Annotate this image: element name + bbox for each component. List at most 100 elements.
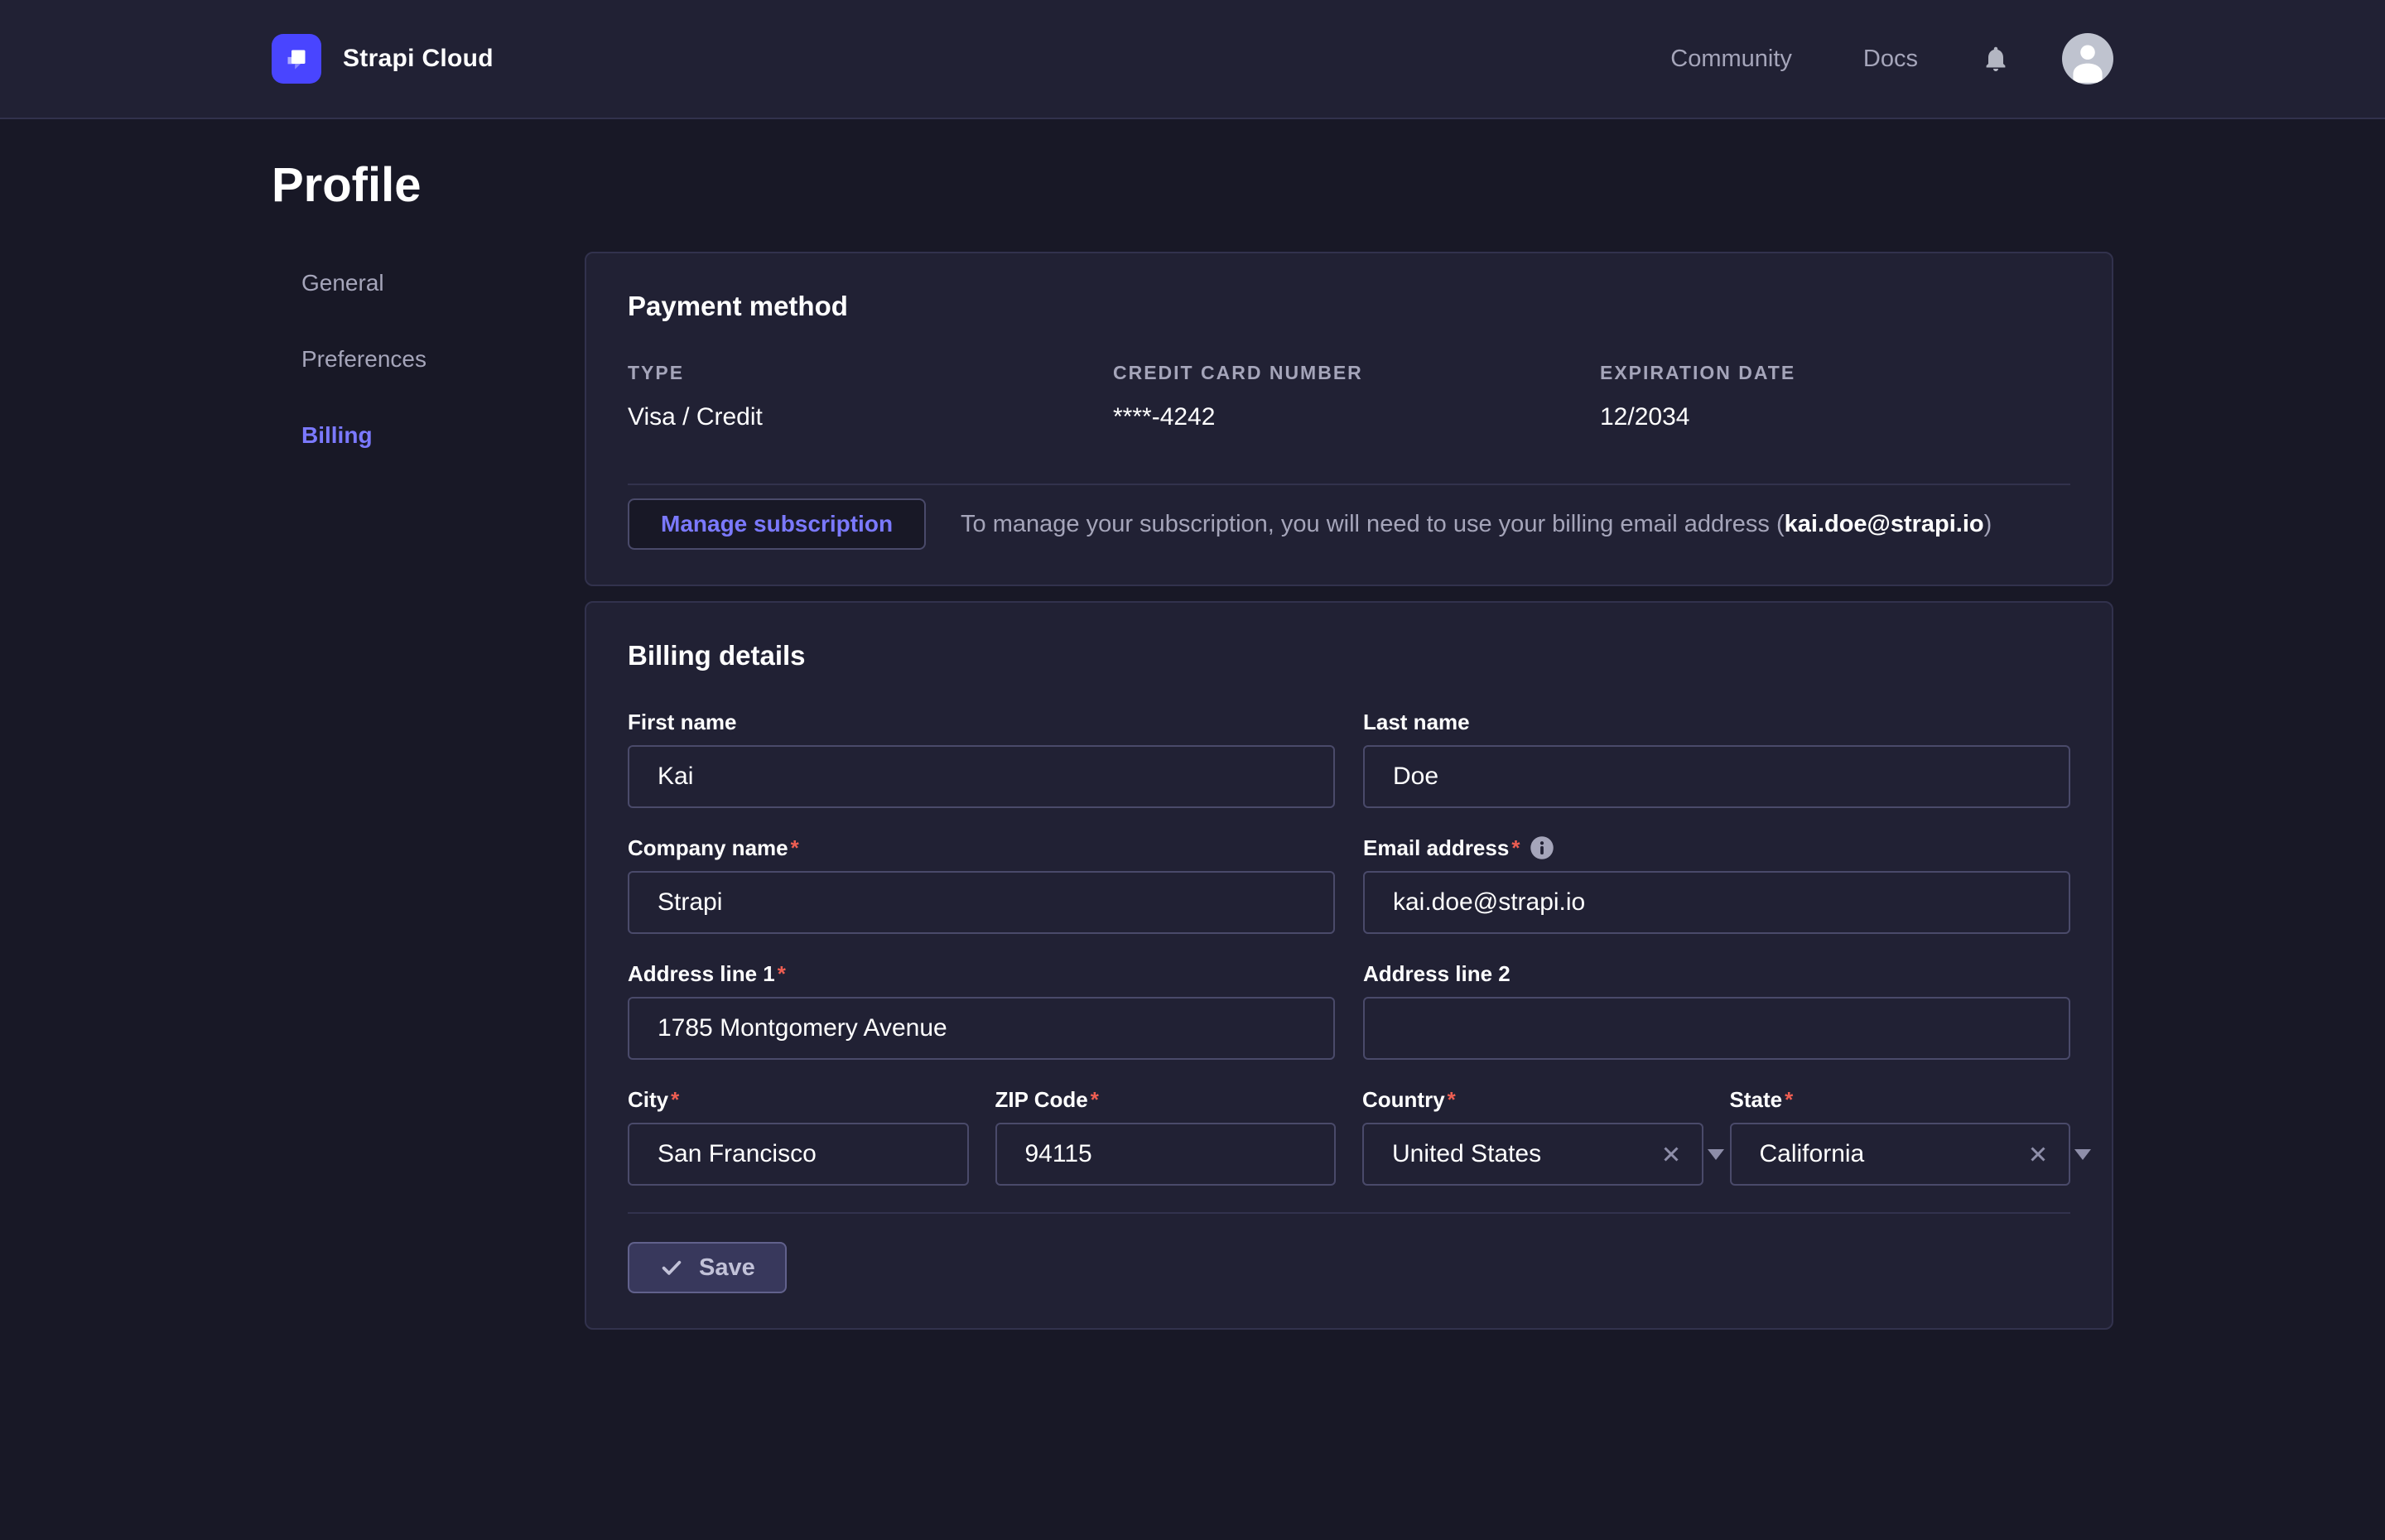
zip-code-label-text: ZIP Code: [995, 1086, 1088, 1113]
form-row-name: First name Last name: [628, 709, 2070, 808]
required-marker: *: [1511, 835, 1520, 861]
city-label-text: City: [628, 1086, 668, 1113]
state-combobox[interactable]: California: [1730, 1123, 2071, 1186]
address-line-1-label-text: Address line 1: [628, 960, 775, 987]
expiration-value: 12/2034: [1600, 402, 2070, 432]
manage-subscription-button[interactable]: Manage subscription: [628, 498, 926, 550]
required-marker: *: [791, 835, 799, 861]
field-email-address: Email address*: [1363, 835, 2070, 934]
brand-name: Strapi Cloud: [343, 45, 494, 73]
brand[interactable]: Strapi Cloud: [272, 34, 494, 84]
payment-info-grid: TYPE Visa / Credit CREDIT CARD NUMBER **…: [628, 361, 2070, 432]
clear-icon[interactable]: [2026, 1142, 2050, 1167]
payment-method-heading: Payment method: [628, 290, 2070, 323]
billing-form: First name Last name: [628, 709, 2070, 1293]
email-address-label: Email address*: [1363, 835, 2070, 861]
form-row-location: City* ZIP Code*: [628, 1086, 2070, 1186]
save-button[interactable]: Save: [628, 1242, 787, 1293]
notifications-button[interactable]: [1981, 42, 2011, 75]
company-name-label-text: Company name: [628, 835, 788, 861]
last-name-input[interactable]: [1363, 745, 2070, 808]
divider: [628, 484, 2070, 485]
field-country: Country* United States: [1362, 1086, 1703, 1186]
state-label: State*: [1730, 1086, 2071, 1113]
billing-email-note: To manage your subscription, you will ne…: [961, 511, 1992, 538]
first-name-label: First name: [628, 709, 1335, 735]
note-suffix: ): [1984, 511, 1992, 537]
strapi-cloud-profile-page: Strapi Cloud Community Docs Profile: [0, 0, 2385, 1540]
last-name-label: Last name: [1363, 709, 2070, 735]
last-name-label-text: Last name: [1363, 709, 1470, 735]
sidebar-item-general[interactable]: General: [301, 272, 585, 295]
first-name-input[interactable]: [628, 745, 1335, 808]
required-marker: *: [1091, 1086, 1099, 1113]
country-combobox[interactable]: United States: [1362, 1123, 1703, 1186]
email-address-label-text: Email address: [1363, 835, 1509, 861]
payment-footer: Manage subscription To manage your subsc…: [628, 498, 2070, 550]
bell-icon: [1981, 42, 2011, 75]
field-first-name: First name: [628, 709, 1335, 808]
address-line-2-input[interactable]: [1363, 997, 2070, 1060]
note-email: kai.doe@strapi.io: [1785, 511, 1984, 537]
billing-details-card: Billing details First name: [585, 601, 2113, 1330]
country-label: Country*: [1362, 1086, 1703, 1113]
avatar[interactable]: [2062, 33, 2113, 84]
note-prefix: To manage your subscription, you will ne…: [961, 511, 1785, 537]
zip-code-input[interactable]: [995, 1123, 1337, 1186]
billing-details-heading: Billing details: [628, 639, 2070, 672]
payment-method-card: Payment method TYPE Visa / Credit CREDIT…: [585, 252, 2113, 586]
city-input[interactable]: [628, 1123, 969, 1186]
sidebar-item-preferences[interactable]: Preferences: [301, 348, 585, 371]
save-button-label: Save: [699, 1254, 755, 1282]
expiration-label: EXPIRATION DATE: [1600, 361, 2070, 384]
clear-icon[interactable]: [1659, 1142, 1684, 1167]
sidebar-item-billing[interactable]: Billing: [301, 424, 585, 447]
field-state: State* California: [1730, 1086, 2071, 1186]
address-line-1-input[interactable]: [628, 997, 1335, 1060]
divider: [628, 1212, 2070, 1214]
address-line-1-label: Address line 1*: [628, 960, 1335, 987]
form-row-company-email: Company name* Email address*: [628, 835, 2070, 934]
required-marker: *: [1448, 1086, 1456, 1113]
field-address-line-1: Address line 1*: [628, 960, 1335, 1060]
main-area: Profile General Preferences Billing Paym…: [0, 157, 2385, 1379]
field-address-line-2: Address line 2: [1363, 960, 2070, 1060]
country-label-text: Country: [1362, 1086, 1445, 1113]
address-line-2-label-text: Address line 2: [1363, 960, 1510, 987]
settings-sidebar: General Preferences Billing: [272, 214, 585, 1379]
required-marker: *: [671, 1086, 679, 1113]
zip-code-label: ZIP Code*: [995, 1086, 1337, 1113]
card-number-value: ****-4242: [1113, 402, 1600, 432]
country-value: United States: [1392, 1140, 1659, 1168]
card-number-label: CREDIT CARD NUMBER: [1113, 361, 1600, 384]
company-name-label: Company name*: [628, 835, 1335, 861]
state-label-text: State: [1730, 1086, 1783, 1113]
first-name-label-text: First name: [628, 709, 737, 735]
field-zip-code: ZIP Code*: [995, 1086, 1337, 1186]
page-title: Profile: [272, 157, 2113, 214]
payment-type-label: TYPE: [628, 361, 1113, 384]
payment-type-col: TYPE Visa / Credit: [628, 361, 1113, 432]
payment-type-value: Visa / Credit: [628, 402, 1113, 432]
field-last-name: Last name: [1363, 709, 2070, 808]
field-company-name: Company name*: [628, 835, 1335, 934]
chevron-down-icon[interactable]: [1708, 1149, 1724, 1160]
cards-column: Payment method TYPE Visa / Credit CREDIT…: [585, 214, 2113, 1379]
top-navbar: Strapi Cloud Community Docs: [0, 0, 2385, 119]
chevron-down-icon[interactable]: [2074, 1149, 2091, 1160]
city-label: City*: [628, 1086, 969, 1113]
state-value: California: [1760, 1140, 2026, 1168]
form-row-address: Address line 1* Address line 2: [628, 960, 2070, 1060]
content-row: General Preferences Billing Payment meth…: [272, 214, 2113, 1379]
payment-card-number-col: CREDIT CARD NUMBER ****-4242: [1113, 361, 1600, 432]
nav-link-community[interactable]: Community: [1670, 46, 1792, 73]
field-city: City*: [628, 1086, 969, 1186]
company-name-input[interactable]: [628, 871, 1335, 934]
nav-right: Community Docs: [1670, 33, 2113, 84]
nav-link-docs[interactable]: Docs: [1863, 46, 1918, 73]
email-address-input[interactable]: [1363, 871, 2070, 934]
required-marker: *: [1785, 1086, 1793, 1113]
avatar-icon: [2062, 33, 2113, 84]
info-icon[interactable]: [1530, 835, 1554, 860]
payment-expiration-col: EXPIRATION DATE 12/2034: [1600, 361, 2070, 432]
